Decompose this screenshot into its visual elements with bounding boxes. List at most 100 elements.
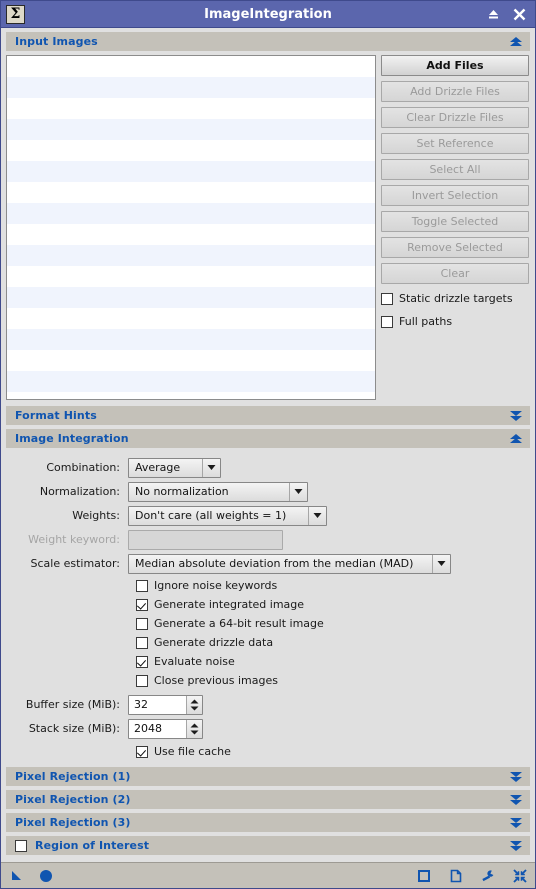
toggle-selected-button[interactable]: Toggle Selected: [381, 211, 529, 232]
chevron-down-icon[interactable]: [202, 458, 220, 477]
chevron-double-up-icon[interactable]: [508, 432, 523, 445]
weights-row: Weights: Don't care (all weights = 1): [6, 504, 530, 527]
full-paths-checkbox-row[interactable]: Full paths: [381, 313, 529, 330]
list-item[interactable]: [7, 371, 375, 392]
generate-64bit-result-image-checkbox[interactable]: [136, 617, 148, 630]
collapse-arrows-icon[interactable]: [512, 868, 527, 883]
list-item[interactable]: [7, 56, 375, 77]
normalization-label: Normalization:: [39, 485, 120, 498]
ignore-noise-keywords-checkbox[interactable]: [136, 579, 148, 592]
list-item[interactable]: [7, 350, 375, 371]
new-instance-square-icon[interactable]: [416, 868, 431, 883]
spinner-arrows-icon[interactable]: [186, 695, 202, 714]
buffer-size-stepper[interactable]: 32: [128, 694, 203, 715]
window-body: Input Images Add Files Add Drizzle Files…: [1, 28, 535, 862]
normalization-select[interactable]: No normalization: [128, 481, 308, 502]
list-item[interactable]: [7, 308, 375, 329]
list-item[interactable]: [7, 203, 375, 224]
full-paths-label: Full paths: [399, 315, 453, 328]
buffer-size-value[interactable]: 32: [129, 698, 186, 711]
browse-documentation-page-icon[interactable]: [448, 868, 463, 883]
chevron-down-icon[interactable]: [308, 506, 326, 525]
scale-estimator-value: Median absolute deviation from the media…: [135, 557, 414, 570]
weight-keyword-input[interactable]: [128, 529, 283, 550]
chevron-down-icon[interactable]: [289, 482, 307, 501]
generate-drizzle-data-label: Generate drizzle data: [154, 636, 274, 649]
weight-keyword-label: Weight keyword:: [28, 533, 120, 546]
chevron-double-up-icon[interactable]: [508, 35, 523, 48]
list-item[interactable]: [7, 119, 375, 140]
chevron-double-down-icon[interactable]: [508, 839, 523, 852]
static-drizzle-targets-checkbox-row[interactable]: Static drizzle targets: [381, 290, 529, 307]
generate-drizzle-data-row[interactable]: Generate drizzle data: [136, 633, 530, 652]
spinner-arrows-icon[interactable]: [186, 719, 202, 738]
weights-select[interactable]: Don't care (all weights = 1): [128, 505, 327, 526]
evaluate-noise-checkbox[interactable]: [136, 655, 148, 668]
list-item[interactable]: [7, 224, 375, 245]
chevron-double-down-icon[interactable]: [508, 816, 523, 829]
scale-estimator-row: Scale estimator: Median absolute deviati…: [6, 552, 530, 575]
section-header-pixel-rejection-1[interactable]: Pixel Rejection (1): [6, 767, 530, 786]
stack-size-label: Stack size (MiB):: [28, 722, 120, 735]
list-item[interactable]: [7, 140, 375, 161]
close-previous-images-row[interactable]: Close previous images: [136, 671, 530, 690]
list-item[interactable]: [7, 245, 375, 266]
ignore-noise-keywords-row[interactable]: Ignore noise keywords: [136, 576, 530, 595]
section-header-input-images[interactable]: Input Images: [6, 32, 530, 51]
section-header-pixel-rejection-2[interactable]: Pixel Rejection (2): [6, 790, 530, 809]
stack-size-stepper[interactable]: 2048: [128, 718, 203, 739]
static-drizzle-targets-checkbox[interactable]: [381, 292, 393, 305]
list-item[interactable]: [7, 329, 375, 350]
reset-wrench-icon[interactable]: [480, 868, 495, 883]
list-item[interactable]: [7, 77, 375, 98]
combination-label: Combination:: [46, 461, 120, 474]
add-drizzle-files-button[interactable]: Add Drizzle Files: [381, 81, 529, 102]
use-file-cache-checkbox[interactable]: [136, 745, 148, 758]
select-all-button[interactable]: Select All: [381, 159, 529, 180]
static-drizzle-targets-label: Static drizzle targets: [399, 292, 513, 305]
clear-button[interactable]: Clear: [381, 263, 529, 284]
generate-64bit-result-image-row[interactable]: Generate a 64-bit result image: [136, 614, 530, 633]
list-item[interactable]: [7, 182, 375, 203]
generate-integrated-image-row[interactable]: Generate integrated image: [136, 595, 530, 614]
section-header-image-integration[interactable]: Image Integration: [6, 429, 530, 448]
section-header-pixel-rejection-3[interactable]: Pixel Rejection (3): [6, 813, 530, 832]
close-previous-images-checkbox[interactable]: [136, 674, 148, 687]
chevron-double-down-icon[interactable]: [508, 409, 523, 422]
apply-triangle-icon[interactable]: [9, 868, 24, 883]
file-list[interactable]: [6, 55, 376, 400]
generate-drizzle-data-checkbox[interactable]: [136, 636, 148, 649]
remove-selected-button[interactable]: Remove Selected: [381, 237, 529, 258]
close-icon[interactable]: [512, 7, 526, 21]
scale-estimator-select[interactable]: Median absolute deviation from the media…: [128, 553, 451, 574]
chevron-down-icon[interactable]: [432, 554, 450, 573]
stack-size-value[interactable]: 2048: [129, 722, 186, 735]
roll-up-icon[interactable]: [486, 7, 500, 21]
window-title: ImageIntegration: [204, 6, 332, 22]
clear-drizzle-files-button[interactable]: Clear Drizzle Files: [381, 107, 529, 128]
full-paths-checkbox[interactable]: [381, 315, 393, 328]
buffer-size-row: Buffer size (MiB): 32: [6, 693, 530, 716]
generate-integrated-image-checkbox[interactable]: [136, 598, 148, 611]
combination-select[interactable]: Average: [128, 457, 221, 478]
list-item[interactable]: [7, 266, 375, 287]
apply-global-circle-icon[interactable]: [38, 868, 53, 883]
chevron-double-down-icon[interactable]: [508, 793, 523, 806]
section-header-format-hints[interactable]: Format Hints: [6, 406, 530, 425]
invert-selection-button[interactable]: Invert Selection: [381, 185, 529, 206]
evaluate-noise-label: Evaluate noise: [154, 655, 235, 668]
list-item[interactable]: [7, 98, 375, 119]
set-reference-button[interactable]: Set Reference: [381, 133, 529, 154]
generate-64bit-result-image-label: Generate a 64-bit result image: [154, 617, 324, 630]
use-file-cache-row[interactable]: Use file cache: [136, 742, 530, 761]
add-files-button[interactable]: Add Files: [381, 55, 529, 76]
region-of-interest-checkbox[interactable]: [15, 839, 27, 852]
footer-toolbar: [1, 862, 535, 888]
evaluate-noise-row[interactable]: Evaluate noise: [136, 652, 530, 671]
section-title-pixel-rejection-2: Pixel Rejection (2): [15, 793, 131, 806]
chevron-double-down-icon[interactable]: [508, 770, 523, 783]
list-item[interactable]: [7, 161, 375, 182]
list-item[interactable]: [7, 392, 375, 399]
section-header-region-of-interest[interactable]: Region of Interest: [6, 836, 530, 855]
list-item[interactable]: [7, 287, 375, 308]
